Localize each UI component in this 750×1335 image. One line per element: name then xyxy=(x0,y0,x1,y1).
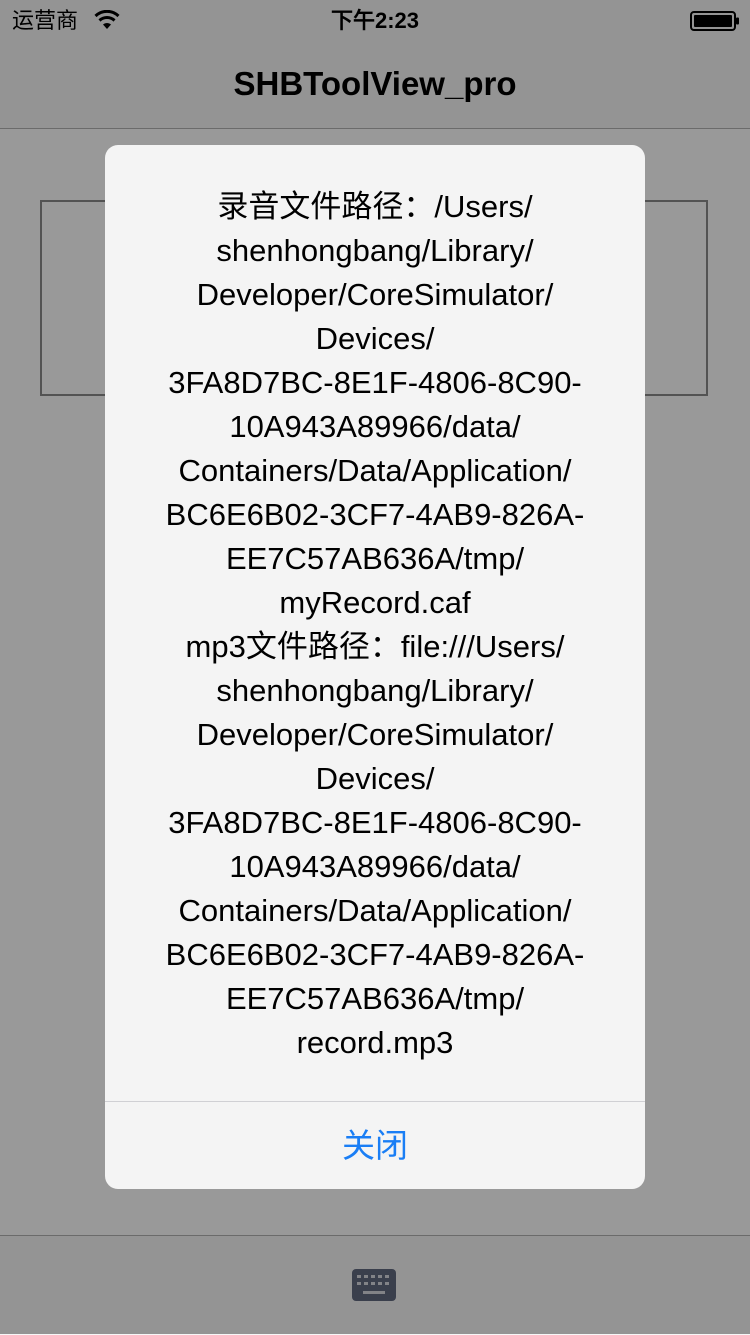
message-line: 3FA8D7BC-8E1F-4806-8C90- xyxy=(168,365,582,400)
alert-dialog: 录音文件路径：/Users/ shenhongbang/Library/ Dev… xyxy=(105,145,645,1189)
message-line: Containers/Data/Application/ xyxy=(178,453,572,488)
message-line: shenhongbang/Library/ xyxy=(216,233,534,268)
message-line: shenhongbang/Library/ xyxy=(216,673,534,708)
message-line: 10A943A89966/data/ xyxy=(229,849,521,884)
message-line: BC6E6B02-3CF7-4AB9-826A- xyxy=(165,937,585,972)
message-line: EE7C57AB636A/tmp/ xyxy=(225,541,525,576)
message-line: Devices/ xyxy=(315,761,435,796)
message-line: Containers/Data/Application/ xyxy=(178,893,572,928)
message-line: Developer/CoreSimulator/ xyxy=(196,717,554,752)
message-line: 录音文件路径：/Users/ xyxy=(217,189,533,224)
message-line: Developer/CoreSimulator/ xyxy=(196,277,554,312)
alert-message: 录音文件路径：/Users/ shenhongbang/Library/ Dev… xyxy=(125,185,625,1065)
message-line: Devices/ xyxy=(315,321,435,356)
message-line: EE7C57AB636A/tmp/ xyxy=(225,981,525,1016)
message-line: BC6E6B02-3CF7-4AB9-826A- xyxy=(165,497,585,532)
message-line: 3FA8D7BC-8E1F-4806-8C90- xyxy=(168,805,582,840)
message-line: 10A943A89966/data/ xyxy=(229,409,521,444)
message-line: myRecord.caf xyxy=(279,585,471,620)
close-button[interactable]: 关闭 xyxy=(105,1102,645,1189)
message-line: record.mp3 xyxy=(296,1025,454,1060)
message-line: mp3文件路径：file:///Users/ xyxy=(185,629,565,664)
